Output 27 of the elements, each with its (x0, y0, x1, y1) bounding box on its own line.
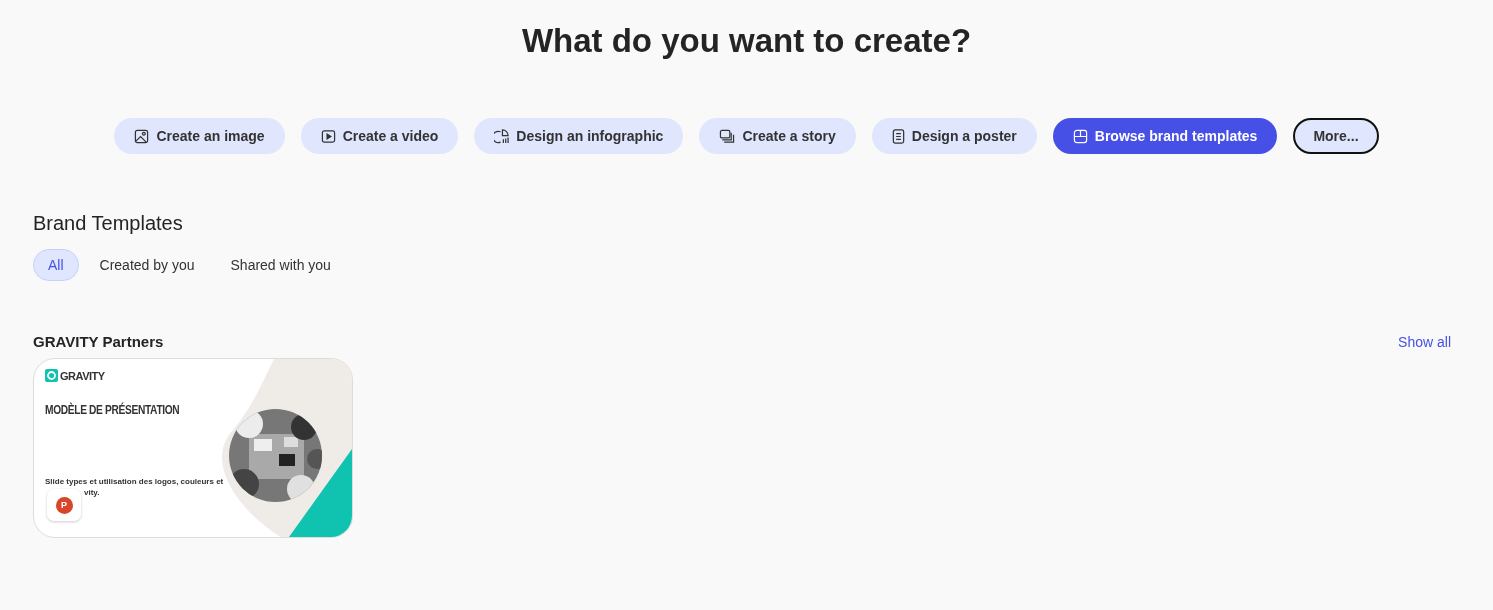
layout-icon (1072, 128, 1088, 144)
create-button[interactable]: Create a video (300, 118, 459, 154)
template-card[interactable]: GRAVITY MODÈLE DE PRÉSENTATION Slide types et utilisation des logos, couleurs et vity. P (33, 358, 353, 538)
slide-title: MODÈLE DE PRÉSENTATION (45, 403, 180, 417)
filter-tab[interactable]: All (33, 249, 79, 281)
play-icon (320, 128, 336, 144)
show-all-link[interactable]: Show all (1398, 333, 1451, 350)
slide-subtitle: vity. (84, 488, 100, 497)
image-icon (134, 128, 150, 144)
create-button[interactable]: Design a poster (871, 118, 1037, 154)
powerpoint-icon: P (55, 496, 73, 514)
slide-subtitle: Slide types et utilisation des logos, couleurs et (45, 477, 224, 486)
page-heading: What do you want to create? (520, 21, 973, 61)
document-icon (891, 128, 905, 144)
group-title: GRAVITY Partners (33, 333, 164, 350)
create-button[interactable]: Create an image (114, 118, 285, 154)
create-button[interactable]: Create a story (699, 118, 856, 154)
filter-tab[interactable]: Shared with you (215, 249, 346, 281)
section-title: Brand Templates (33, 212, 184, 235)
stack-icon (719, 128, 736, 144)
logo-icon (45, 369, 58, 382)
chart-icon (494, 128, 510, 144)
filter-tab[interactable]: Created by you (84, 249, 210, 281)
logo-text: GRAVITY (60, 369, 105, 382)
create-button[interactable]: More... (1293, 118, 1379, 154)
create-button[interactable]: Design an infographic (474, 118, 684, 154)
create-button[interactable]: Browse brand templates (1052, 118, 1278, 154)
